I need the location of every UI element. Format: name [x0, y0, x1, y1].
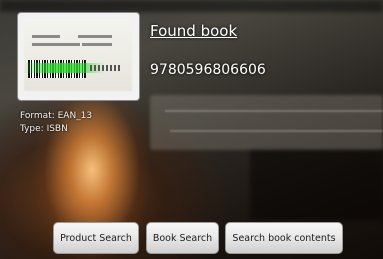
barcode-meta: Format: EAN_13 Type: ISBN [20, 110, 92, 136]
background-shadow [0, 0, 383, 12]
barcode-result-screen: Format: EAN_13 Type: ISBN Found book 978… [0, 0, 383, 259]
search-book-contents-button[interactable]: Search book contents [225, 222, 343, 254]
type-label: Type: ISBN [20, 124, 68, 134]
background-shadow [250, 150, 383, 220]
thumbnail-text-line [32, 35, 60, 38]
isbn-value: 9780596806606 [150, 62, 266, 78]
product-search-button[interactable]: Product Search [53, 222, 139, 254]
barcode-thumbnail [18, 13, 139, 100]
thumbnail-text-line [32, 43, 80, 46]
book-cover-image [24, 19, 132, 91]
background-object [150, 95, 383, 150]
thumbnail-text-line [82, 43, 112, 46]
book-search-button[interactable]: Book Search [146, 222, 219, 254]
barcode-digits-image [90, 65, 120, 71]
format-label: Format: EAN_13 [20, 111, 93, 121]
background-line [165, 110, 383, 112]
background-line [170, 130, 383, 132]
thumbnail-text-line [78, 35, 112, 38]
result-title-link[interactable]: Found book [150, 22, 237, 40]
